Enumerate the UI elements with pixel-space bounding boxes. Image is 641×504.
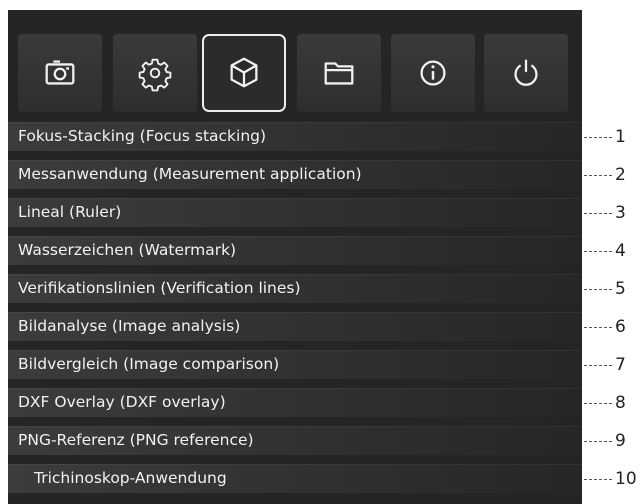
menu-item-label: Lineal (Ruler) — [18, 203, 122, 221]
info-button[interactable] — [391, 34, 475, 112]
menu-item-label: Fokus-Stacking (Focus stacking) — [18, 127, 267, 145]
applications-button[interactable] — [202, 34, 286, 112]
callout-5: 5 — [582, 274, 641, 304]
callout-number: 10 — [615, 469, 637, 489]
menu-item-watermark[interactable]: Wasserzeichen (Watermark) — [8, 236, 582, 265]
callout-line — [584, 137, 612, 138]
folder-button[interactable] — [297, 34, 381, 112]
menu-item-image-analysis[interactable]: Bildanalyse (Image analysis) — [8, 312, 582, 341]
menu-item-label: Trichinoskop-Anwendung — [34, 469, 227, 487]
callout-line — [584, 251, 612, 252]
menu-item-label: PNG-Referenz (PNG reference) — [18, 431, 254, 449]
menu-item-label: Bildvergleich (Image comparison) — [18, 355, 280, 373]
menu-item-trichinoscope[interactable]: Trichinoskop-Anwendung — [8, 464, 582, 493]
callout-line — [584, 479, 612, 480]
callout-4: 4 — [582, 236, 641, 266]
gear-icon — [138, 58, 172, 92]
callout-8: 8 — [582, 388, 641, 418]
callout-7: 7 — [582, 350, 641, 380]
menu-item-label: Bildanalyse (Image analysis) — [18, 317, 241, 335]
callout-line — [584, 213, 612, 214]
callout-number: 6 — [615, 317, 626, 337]
callout-10: 10 — [582, 464, 641, 494]
menu-item-png-reference[interactable]: PNG-Referenz (PNG reference) — [8, 426, 582, 455]
power-icon — [514, 59, 538, 86]
callout-number: 9 — [615, 431, 626, 451]
callout-line — [584, 327, 612, 328]
menu-item-label: Verifikationslinien (Verification lines) — [18, 279, 301, 297]
menu-item-dxf-overlay[interactable]: DXF Overlay (DXF overlay) — [8, 388, 582, 417]
menu-item-verification-lines[interactable]: Verifikationslinien (Verification lines) — [8, 274, 582, 303]
menu-item-label: Wasserzeichen (Watermark) — [18, 241, 237, 259]
menu-item-focus-stacking[interactable]: Fokus-Stacking (Focus stacking) — [8, 122, 582, 151]
power-button[interactable] — [484, 34, 568, 112]
menu-item-label: DXF Overlay (DXF overlay) — [18, 393, 226, 411]
camera-button[interactable] — [18, 34, 102, 112]
callout-number: 7 — [615, 355, 626, 375]
settings-button[interactable] — [113, 34, 197, 112]
callout-9: 9 — [582, 426, 641, 456]
menu-item-ruler[interactable]: Lineal (Ruler) — [8, 198, 582, 227]
callout-3: 3 — [582, 198, 641, 228]
camera-icon — [45, 60, 75, 85]
menu-item-image-comparison[interactable]: Bildvergleich (Image comparison) — [8, 350, 582, 379]
callout-6: 6 — [582, 312, 641, 342]
info-icon — [420, 60, 446, 86]
callout-number: 3 — [615, 203, 626, 223]
menu-item-measurement[interactable]: Messanwendung (Measurement application) — [8, 160, 582, 189]
callout-line — [584, 403, 612, 404]
folder-icon — [324, 62, 354, 85]
callout-1: 1 — [582, 122, 641, 152]
toolbar — [8, 10, 582, 114]
callout-line — [584, 441, 612, 442]
app-panel: Fokus-Stacking (Focus stacking) Messanwe… — [8, 10, 582, 504]
callout-line — [584, 365, 612, 366]
callout-number: 8 — [615, 393, 626, 413]
callout-number: 2 — [615, 165, 626, 185]
callout-number: 4 — [615, 241, 626, 261]
menu-item-label: Messanwendung (Measurement application) — [18, 165, 362, 183]
callout-number: 1 — [615, 127, 626, 147]
callout-line — [584, 175, 612, 176]
callout-2: 2 — [582, 160, 641, 190]
cube-icon — [230, 57, 258, 88]
callout-number: 5 — [615, 279, 626, 299]
callout-line — [584, 289, 612, 290]
